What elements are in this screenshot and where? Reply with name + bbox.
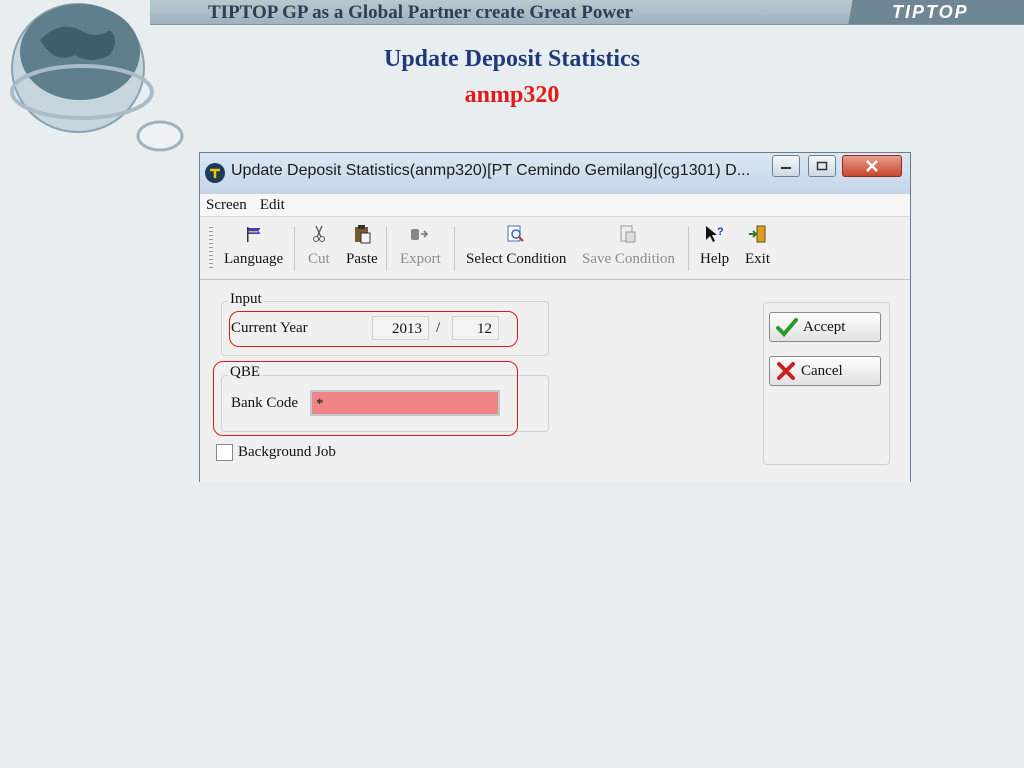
paste-label: Paste xyxy=(346,251,378,267)
accept-label: Accept xyxy=(803,318,846,335)
clipboard-icon xyxy=(354,225,371,244)
save-condition-button[interactable]: Save Condition xyxy=(582,223,675,268)
cut-label: Cut xyxy=(308,251,330,267)
header-band: TIPTOP GP as a Global Partner create Gre… xyxy=(150,0,1024,25)
window-title: Update Deposit Statistics(anmp320)[PT Ce… xyxy=(231,162,751,179)
x-mark-icon xyxy=(777,362,795,380)
export-icon xyxy=(411,229,429,240)
help-icon: ? xyxy=(705,226,724,242)
menu-bar: Screen Edit xyxy=(200,193,910,217)
toolbar-grip[interactable] xyxy=(209,227,213,271)
window-titlebar[interactable]: Update Deposit Statistics(anmp320)[PT Ce… xyxy=(200,153,910,193)
cancel-button[interactable]: Cancel xyxy=(769,356,881,386)
toolbar-separator xyxy=(294,227,295,271)
help-label: Help xyxy=(700,251,730,267)
maximize-button[interactable] xyxy=(808,155,836,177)
export-label: Export xyxy=(400,251,441,267)
app-window: Update Deposit Statistics(anmp320)[PT Ce… xyxy=(199,152,911,482)
header-title: TIPTOP GP as a Global Partner create Gre… xyxy=(208,2,633,23)
minimize-button[interactable] xyxy=(772,155,800,177)
toolbar-separator xyxy=(386,227,387,271)
language-label: Language xyxy=(224,251,284,267)
app-icon xyxy=(205,163,225,183)
exit-label: Exit xyxy=(745,251,770,267)
maximize-icon xyxy=(816,161,828,171)
exit-button[interactable]: Exit xyxy=(745,223,770,268)
flag-icon xyxy=(246,227,261,242)
select-condition-label: Select Condition xyxy=(466,251,567,267)
toolbar-separator xyxy=(454,227,455,271)
minimize-icon xyxy=(781,167,791,169)
scissors-icon xyxy=(312,225,325,242)
exit-door-icon xyxy=(748,225,765,243)
slide-title: Update Deposit Statistics xyxy=(384,46,640,72)
qbe-highlight xyxy=(213,361,518,436)
menu-edit[interactable]: Edit xyxy=(260,197,285,214)
select-condition-button[interactable]: Select Condition xyxy=(466,223,566,268)
export-button[interactable]: Export xyxy=(400,223,441,268)
checkmark-icon xyxy=(776,318,798,337)
svg-text:?: ? xyxy=(717,226,724,238)
menu-screen[interactable]: Screen xyxy=(206,197,247,214)
background-job-label: Background Job xyxy=(238,444,336,460)
input-group-label: Input xyxy=(228,291,264,308)
cut-button[interactable]: Cut xyxy=(308,223,330,268)
toolbar: Language Cut Paste Export Select Conditi… xyxy=(200,217,910,280)
cancel-label: Cancel xyxy=(801,362,843,379)
background-job-checkbox[interactable] xyxy=(216,444,233,461)
save-query-icon xyxy=(620,225,636,243)
save-condition-label: Save Condition xyxy=(582,251,675,267)
language-button[interactable]: Language xyxy=(224,223,283,268)
slide-subtitle: anmp320 xyxy=(464,82,560,108)
form-area: Input Current Year 2013 / 12 QBE Bank Co… xyxy=(200,280,910,482)
close-icon xyxy=(866,160,878,172)
current-year-highlight xyxy=(229,311,518,347)
close-button[interactable] xyxy=(842,155,902,177)
toolbar-separator xyxy=(688,227,689,271)
logo-text: TIPTOP xyxy=(892,2,969,22)
query-icon xyxy=(507,225,524,242)
paste-button[interactable]: Paste xyxy=(346,223,378,268)
help-button[interactable]: ? Help xyxy=(700,223,729,268)
accept-button[interactable]: Accept xyxy=(769,312,881,342)
tiptop-logo: TIPTOP xyxy=(824,0,1024,24)
